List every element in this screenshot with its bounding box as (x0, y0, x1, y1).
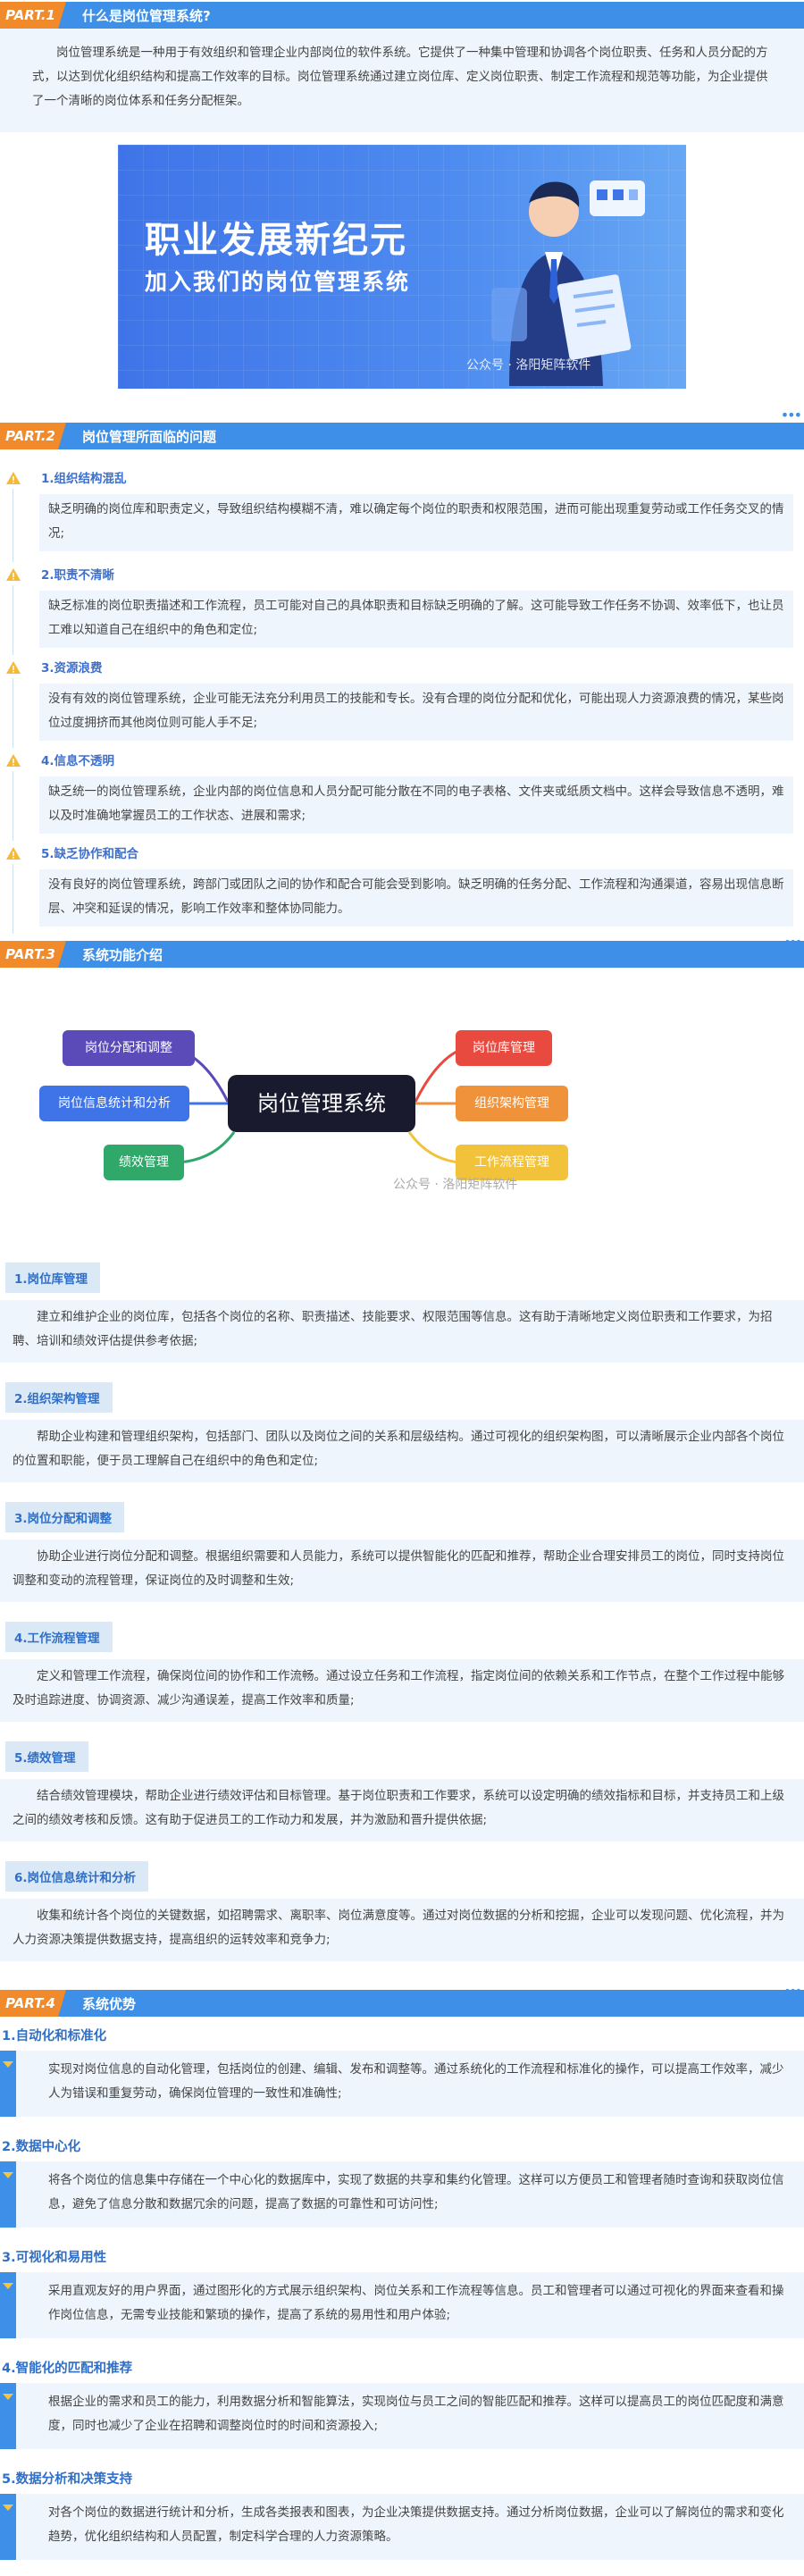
section-title: 岗位管理所面临的问题 (82, 428, 217, 445)
issue-title: 3.资源浪费 (41, 661, 103, 675)
advantage-desc: 实现对岗位信息的自动化管理，包括岗位的创建、编辑、发布和调整等。通过系统化的工作… (48, 2062, 784, 2101)
advantage-desc: 采用直观友好的用户界面，通过图形化的方式展示组织架构、岗位关系和工作流程等信息。… (48, 2284, 784, 2322)
mindmap-node-org: 组织架构管理 (456, 1086, 568, 1121)
issue-item: 2.职责不清晰 缺乏标准的岗位职责描述和工作流程，员工可能对自己的具体职责和目标… (0, 562, 804, 655)
advantage-title: 4.智能化的匹配和推荐 (2, 2362, 133, 2376)
function-desc: 帮助企业构建和管理组织架构，包括部门、团队以及岗位之间的关系和层级结构。通过可视… (13, 1430, 784, 1468)
function-item: 3.岗位分配和调整 协助企业进行岗位分配和调整。根据组织需要和人员能力，系统可以… (0, 1502, 804, 1622)
issue-desc: 没有良好的岗位管理系统，跨部门或团队之间的协作和配合可能会受到影响。缺乏明确的任… (48, 877, 784, 916)
triangle-icon (3, 2061, 13, 2068)
advantage-item: 1.自动化和标准化 实现对岗位信息的自动化管理，包括岗位的创建、编辑、发布和调整… (0, 2022, 804, 2133)
advantage-title: 3.可视化和易用性 (2, 2251, 107, 2265)
article: PART.1 什么是岗位管理系统? 岗位管理系统是一种用于有效组织和管理企业内部… (0, 2, 804, 2576)
advantage-desc: 根据企业的需求和员工的能力，利用数据分析和智能算法，实现岗位与员工之间的智能匹配… (48, 2395, 784, 2433)
triangle-icon (3, 2505, 13, 2511)
function-title: 1.岗位库管理 (5, 1263, 101, 1293)
dots-decoration: ••• (783, 936, 802, 950)
function-desc: 定义和管理工作流程，确保岗位间的协作和工作流畅。通过设立任务和工作流程，指定岗位… (13, 1669, 784, 1708)
issue-title: 2.职责不清晰 (41, 568, 115, 583)
banner-image: 职业发展新纪元 加入我们的岗位管理系统 公众号 · 洛阳矩阵软件 (118, 145, 686, 389)
function-desc: 结合绩效管理模块，帮助企业进行绩效评估和目标管理。基于岗位职责和工作要求，系统可… (13, 1789, 784, 1827)
advantage-item: 3.可视化和易用性 采用直观友好的用户界面，通过图形化的方式展示组织架构、岗位关… (0, 2244, 804, 2354)
triangle-icon (3, 2394, 13, 2400)
banner-headline: 职业发展新纪元 (145, 220, 407, 261)
intro-paragraph: 岗位管理系统是一种用于有效组织和管理企业内部岗位的软件系统。它提供了一种集中管理… (32, 46, 768, 108)
function-desc: 建立和维护企业的岗位库，包括各个岗位的名称、职责描述、技能要求、权限范围等信息。… (13, 1310, 773, 1348)
function-item: 4.工作流程管理 定义和管理工作流程，确保岗位间的协作和工作流畅。通过设立任务和… (0, 1622, 804, 1741)
warning-icon (6, 568, 21, 581)
section-title: 系统功能介绍 (82, 946, 163, 963)
advantages: 1.自动化和标准化 实现对岗位信息的自动化管理，包括岗位的创建、编辑、发布和调整… (0, 2017, 804, 2576)
advantage-title: 1.自动化和标准化 (2, 2029, 107, 2043)
issue-title: 1.组织结构混乱 (41, 472, 127, 486)
issue-item: 5.缺乏协作和配合 没有良好的岗位管理系统，跨部门或团队之间的协作和配合可能会受… (0, 841, 804, 934)
section2-issues: 1.组织结构混乱 缺乏明确的岗位库和职责定义，导致组织结构模糊不清，难以确定每个… (0, 449, 804, 934)
section-header-2: PART.2 岗位管理所面临的问题 (0, 423, 804, 449)
banner-watermark: 公众号 · 洛阳矩阵软件 (466, 358, 591, 373)
function-title: 3.岗位分配和调整 (5, 1502, 125, 1532)
issue-desc: 缺乏标准的岗位职责描述和工作流程，员工可能对自己的具体职责和目标缺乏明确的了解。… (48, 599, 784, 637)
section-title: 系统优势 (82, 1995, 137, 2012)
warning-icon (6, 472, 21, 484)
advantage-title: 2.数据中心化 (2, 2140, 81, 2154)
warning-icon (6, 847, 21, 860)
mindmap-node-library: 岗位库管理 (456, 1030, 552, 1066)
issue-item: 4.信息不透明 缺乏统一的岗位管理系统，企业内部的岗位信息和人员分配可能分散在不… (0, 748, 804, 841)
advantage-desc: 将各个岗位的信息集中存储在一个中心化的数据库中，实现了数据的共享和集约化管理。这… (48, 2173, 784, 2211)
mindmap-watermark: 公众号 · 洛阳矩阵软件 (393, 1178, 518, 1192)
dots-decoration: ••• (780, 407, 802, 424)
warning-icon (6, 754, 21, 767)
section-header-4: PART.4 系统优势 ••• (0, 1984, 804, 2017)
function-title: 6.岗位信息统计和分析 (5, 1861, 149, 1892)
section-title: 什么是岗位管理系统? (82, 7, 211, 24)
advantage-desc: 对各个岗位的数据进行统计和分析，生成各类报表和图表，为企业决策提供数据支持。通过… (48, 2505, 784, 2544)
issue-title: 5.缺乏协作和配合 (41, 847, 139, 861)
advantage-item: 2.数据中心化 将各个岗位的信息集中存储在一个中心化的数据库中，实现了数据的共享… (0, 2133, 804, 2244)
businessman-illustration (491, 180, 645, 386)
function-desc: 协助企业进行岗位分配和调整。根据组织需要和人员能力，系统可以提供智能化的匹配和推… (13, 1549, 784, 1588)
issue-desc: 缺乏统一的岗位管理系统，企业内部的岗位信息和人员分配可能分散在不同的电子表格、文… (48, 785, 784, 823)
function-title: 4.工作流程管理 (5, 1622, 113, 1652)
section1-intro: 岗位管理系统是一种用于有效组织和管理企业内部岗位的软件系统。它提供了一种集中管理… (0, 29, 804, 132)
issue-desc: 缺乏明确的岗位库和职责定义，导致组织结构模糊不清，难以确定每个岗位的职责和权限范… (48, 502, 784, 541)
dots-decoration: ••• (783, 1984, 802, 1999)
part-label: PART.4 (0, 1990, 66, 2017)
function-item: 1.岗位库管理 建立和维护企业的岗位库，包括各个岗位的名称、职责描述、技能要求、… (0, 1263, 804, 1382)
part-label: PART.1 (0, 2, 66, 29)
advantage-item: 4.智能化的匹配和推荐 根据企业的需求和员工的能力，利用数据分析和智能算法，实现… (0, 2354, 804, 2465)
section-header-3: PART.3 系统功能介绍 ••• (0, 936, 804, 968)
function-title: 5.绩效管理 (5, 1741, 88, 1772)
triangle-icon (3, 2283, 13, 2289)
issue-item: 3.资源浪费 没有有效的岗位管理系统，企业可能无法充分利用员工的技能和专长。没有… (0, 655, 804, 748)
banner-subheadline: 加入我们的岗位管理系统 (145, 269, 411, 295)
part-label: PART.2 (0, 423, 66, 449)
section-header-1: PART.1 什么是岗位管理系统? (0, 2, 804, 29)
part-label: PART.3 (0, 941, 66, 968)
function-desc: 收集和统计各个岗位的关键数据，如招聘需求、离职率、岗位满意度等。通过对岗位数据的… (13, 1909, 784, 1947)
mindmap-node-statistics: 岗位信息统计和分析 (39, 1086, 189, 1121)
mindmap-node-performance: 绩效管理 (104, 1145, 184, 1180)
issue-desc: 没有有效的岗位管理系统，企业可能无法充分利用员工的技能和专长。没有合理的岗位分配… (48, 692, 784, 730)
triangle-icon (3, 2172, 13, 2178)
issue-item: 1.组织结构混乱 缺乏明确的岗位库和职责定义，导致组织结构模糊不清，难以确定每个… (0, 466, 804, 562)
issue-title: 4.信息不透明 (41, 754, 115, 768)
function-item: 2.组织架构管理 帮助企业构建和管理组织架构，包括部门、团队以及岗位之间的关系和… (0, 1382, 804, 1502)
warning-icon (6, 661, 21, 674)
advantage-title: 5.数据分析和决策支持 (2, 2472, 133, 2487)
advantage-item: 5.数据分析和决策支持 对各个岗位的数据进行统计和分析，生成各类报表和图表，为企… (0, 2465, 804, 2576)
mindmap: 岗位分配和调整 岗位信息统计和分析 绩效管理 岗位管理系统 岗位库管理 组织架构… (0, 968, 804, 1263)
function-item: 5.绩效管理 结合绩效管理模块，帮助企业进行绩效评估和目标管理。基于岗位职责和工… (0, 1741, 804, 1861)
mindmap-node-assignment: 岗位分配和调整 (63, 1030, 195, 1066)
function-item: 6.岗位信息统计和分析 收集和统计各个岗位的关键数据，如招聘需求、离职率、岗位满… (0, 1861, 804, 1981)
function-title: 2.组织架构管理 (5, 1382, 113, 1413)
mindmap-center: 岗位管理系统 (228, 1075, 415, 1132)
